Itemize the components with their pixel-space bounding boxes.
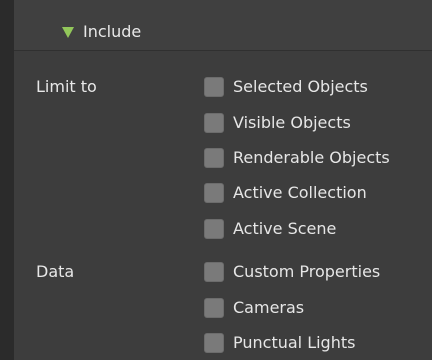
checkbox-selected-objects[interactable]: Selected Objects bbox=[204, 75, 368, 99]
checkbox-label: Active Collection bbox=[233, 183, 367, 202]
include-header-row[interactable]: Include bbox=[62, 21, 141, 43]
checkbox-box[interactable] bbox=[204, 262, 224, 282]
checkbox-box[interactable] bbox=[204, 148, 224, 168]
checkbox-label: Cameras bbox=[233, 298, 305, 317]
data-label: Data bbox=[36, 262, 75, 281]
checkbox-box[interactable] bbox=[204, 333, 224, 353]
checkbox-label: Custom Properties bbox=[233, 262, 381, 281]
checkbox-label: Active Scene bbox=[233, 219, 337, 238]
checkbox-label: Visible Objects bbox=[233, 113, 351, 132]
checkbox-active-collection[interactable]: Active Collection bbox=[204, 181, 367, 205]
checkbox-box[interactable] bbox=[204, 298, 224, 318]
checkbox-box[interactable] bbox=[204, 183, 224, 203]
limit-to-label: Limit to bbox=[36, 77, 97, 96]
checkbox-active-scene[interactable]: Active Scene bbox=[204, 217, 336, 241]
checkbox-visible-objects[interactable]: Visible Objects bbox=[204, 111, 351, 135]
checkbox-box[interactable] bbox=[204, 113, 224, 133]
include-panel-header[interactable]: Include bbox=[14, 0, 432, 51]
checkbox-box[interactable] bbox=[204, 77, 224, 97]
checkbox-box[interactable] bbox=[204, 219, 224, 239]
checkbox-label: Renderable Objects bbox=[233, 148, 390, 167]
disclosure-triangle-down-icon[interactable] bbox=[62, 27, 74, 38]
checkbox-cameras[interactable]: Cameras bbox=[204, 296, 304, 320]
panel-left-edge bbox=[0, 0, 14, 360]
checkbox-punctual-lights[interactable]: Punctual Lights bbox=[204, 331, 355, 355]
checkbox-custom-properties[interactable]: Custom Properties bbox=[204, 260, 380, 284]
checkbox-label: Punctual Lights bbox=[233, 333, 356, 352]
include-header-label: Include bbox=[83, 22, 142, 41]
checkbox-renderable-objects[interactable]: Renderable Objects bbox=[204, 146, 390, 170]
checkbox-label: Selected Objects bbox=[233, 77, 368, 96]
